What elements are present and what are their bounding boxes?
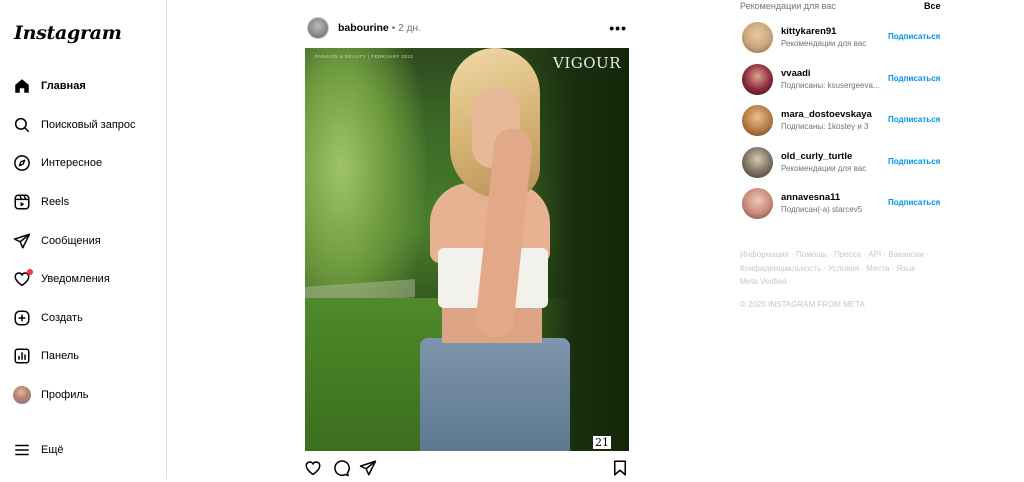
dashboard-icon	[12, 346, 32, 366]
nav-label: Панель	[41, 350, 80, 362]
suggestion-username[interactable]: vvaadi	[781, 68, 811, 79]
nav-label: Ещё	[41, 444, 64, 456]
suggestion-item: mara_dostoevskaya Подписаны: 1kostey и 3…	[742, 105, 942, 137]
nav-label: Поисковый запрос	[41, 119, 136, 131]
plus-square-icon	[12, 308, 32, 328]
footer-links: Информация · Помощь · Пресса · API · Вак…	[740, 248, 940, 289]
suggestion-item: annavesna11 Подписан(-а) starcev5 Подпис…	[742, 188, 942, 220]
nav-label: Интересное	[41, 157, 103, 169]
suggestion-avatar[interactable]	[742, 105, 773, 136]
reels-icon	[12, 192, 32, 212]
suggestion-username[interactable]: annavesna11	[781, 192, 840, 203]
compass-icon	[12, 153, 32, 173]
follow-button[interactable]: Подписаться	[888, 115, 940, 124]
instagram-logo[interactable]: Instagram	[14, 22, 122, 44]
suggestion-subtitle: Рекомендации для вас	[781, 39, 867, 48]
suggestion-item: kittykaren91 Рекомендации для вас Подпис…	[742, 22, 942, 54]
post-header: babourine • 2 дн. •••	[307, 17, 629, 39]
recommendations-title: Рекомендации для вас	[740, 1, 836, 11]
suggestion-item: old_curly_turtle Рекомендации для вас По…	[742, 147, 942, 179]
more-options-icon[interactable]: •••	[609, 20, 627, 36]
heart-icon	[12, 269, 33, 289]
nav-search[interactable]: Поисковый запрос	[12, 111, 136, 139]
nav-label: Уведомления	[41, 273, 110, 285]
nav-profile[interactable]: Профиль	[12, 381, 89, 409]
nav-notifications[interactable]: Уведомления	[12, 265, 110, 293]
magazine-title: VIGOUR	[553, 54, 621, 72]
suggestion-subtitle: Подписаны: ksusergeeva...	[781, 81, 880, 90]
footer-links-line[interactable]: Конфиденциальность · Условия · Места · Я…	[740, 262, 940, 276]
nav-label: Главная	[41, 80, 86, 92]
suggestion-subtitle: Подписан(-а) starcev5	[781, 205, 863, 214]
suggestion-avatar[interactable]	[742, 188, 773, 219]
post-image[interactable]: FASHION & BEAUTY | FEBRUARY 2022 VIGOUR …	[305, 48, 629, 451]
suggestion-username[interactable]: old_curly_turtle	[781, 151, 852, 162]
hamburger-icon	[12, 440, 32, 460]
suggestion-avatar[interactable]	[742, 64, 773, 95]
share-icon[interactable]	[359, 459, 377, 477]
suggestion-username[interactable]: kittykaren91	[781, 26, 836, 37]
suggestion-username[interactable]: mara_dostoevskaya	[781, 109, 872, 120]
see-all-link[interactable]: Все	[924, 1, 941, 11]
follow-button[interactable]: Подписаться	[888, 32, 940, 41]
follow-button[interactable]: Подписаться	[888, 198, 940, 207]
suggestion-avatar[interactable]	[742, 22, 773, 53]
nav-create[interactable]: Создать	[12, 304, 83, 332]
post-timestamp[interactable]: 2 дн.	[398, 23, 420, 34]
magazine-subtitle: FASHION & BEAUTY | FEBRUARY 2022	[315, 54, 414, 59]
bookmark-icon[interactable]	[611, 459, 629, 477]
post-actions	[304, 459, 630, 479]
page-number: 21	[593, 436, 611, 449]
notification-badge	[27, 269, 33, 275]
image-subject	[410, 48, 570, 451]
nav-reels[interactable]: Reels	[12, 188, 69, 216]
footer-links-line[interactable]: Информация · Помощь · Пресса · API · Вак…	[740, 248, 940, 262]
copyright: © 2025 INSTAGRAM FROM META	[740, 300, 865, 309]
nav-explore[interactable]: Интересное	[12, 149, 102, 177]
suggestion-subtitle: Подписаны: 1kostey и 3	[781, 122, 869, 131]
nav-label: Профиль	[41, 389, 89, 401]
home-icon	[12, 76, 32, 96]
follow-button[interactable]: Подписаться	[888, 74, 940, 83]
paper-plane-icon	[12, 231, 32, 251]
nav-dashboard[interactable]: Панель	[12, 342, 79, 370]
comment-icon[interactable]	[332, 459, 350, 477]
nav-label: Reels	[41, 196, 70, 208]
search-icon	[12, 115, 32, 135]
profile-avatar	[12, 385, 32, 405]
post-author-avatar[interactable]	[307, 17, 329, 39]
separator-dot: •	[391, 22, 396, 34]
nav-label: Создать	[41, 312, 83, 324]
nav-home[interactable]: Главная	[12, 72, 86, 100]
sidebar: Instagram Главная Поисковый запрос Интер…	[0, 0, 167, 479]
suggestion-subtitle: Рекомендации для вас	[781, 164, 867, 173]
nav-label: Сообщения	[41, 235, 101, 247]
footer-links-line[interactable]: Meta Verified	[740, 275, 940, 289]
suggestion-avatar[interactable]	[742, 147, 773, 178]
like-heart-icon[interactable]	[304, 459, 322, 477]
follow-button[interactable]: Подписаться	[888, 157, 940, 166]
nav-messages[interactable]: Сообщения	[12, 227, 101, 255]
post-author-username[interactable]: babourine	[338, 22, 389, 34]
suggestion-item: vvaadi Подписаны: ksusergeeva... Подписа…	[742, 64, 942, 96]
nav-more[interactable]: Ещё	[12, 436, 64, 464]
